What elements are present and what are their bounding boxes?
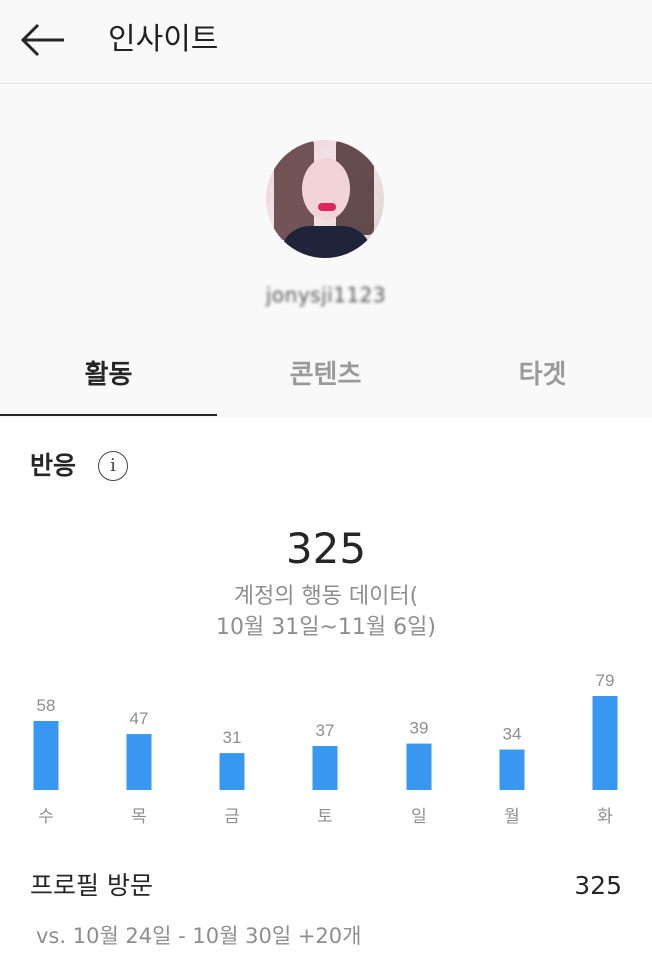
back-button[interactable]: [18, 20, 68, 60]
bar-value-label-3: 37: [316, 721, 335, 740]
bar-value-label-6: 79: [596, 671, 615, 690]
top-bar: 인사이트: [0, 0, 652, 84]
avatar: [266, 140, 384, 258]
profile-visits-label: 프로필 방문: [30, 871, 153, 900]
bar-3: [312, 745, 338, 790]
tab-content[interactable]: 콘텐츠: [217, 338, 434, 416]
tab-activity[interactable]: 활동: [0, 338, 217, 416]
bar-value-label-1: 47: [130, 709, 149, 728]
bar-0: [33, 720, 59, 790]
bar-value-label-2: 31: [223, 728, 242, 747]
category-label-2: 금: [224, 807, 240, 827]
summary-description-line1: 계정의 행동 데이터(: [233, 584, 419, 609]
summary-description-line2: 10월 31일~11월 6일): [216, 615, 436, 640]
category-label-1: 목: [131, 807, 147, 827]
arrow-left-icon: [20, 23, 64, 57]
section-title: 반응: [30, 451, 77, 480]
bar-value-label-0: 58: [37, 696, 56, 715]
category-label-3: 토: [317, 807, 333, 827]
info-icon[interactable]: i: [98, 451, 128, 481]
bar-value-label-5: 34: [503, 725, 522, 744]
category-label-0: 수: [38, 807, 54, 827]
bar-6: [592, 696, 618, 790]
active-tab-indicator: [0, 414, 217, 416]
bar-2: [219, 753, 245, 790]
bar-4: [406, 743, 432, 790]
category-label-6: 화: [597, 807, 613, 827]
daily-bar-chart: 58 수 47 목 31 금 37 토 39 일 34 월 79 화: [33, 671, 618, 827]
total-interactions: 325: [285, 524, 367, 573]
page-title: 인사이트: [108, 22, 219, 57]
category-label-5: 월: [504, 807, 520, 827]
bar-value-label-4: 39: [410, 719, 429, 738]
bar-5: [499, 749, 525, 790]
username: jonysji1123: [265, 283, 387, 307]
profile-visits-value: 325: [574, 871, 622, 900]
bar-1: [126, 734, 152, 790]
tab-bar: 활동 콘텐츠 타겟: [0, 338, 652, 418]
category-label-4: 일: [411, 807, 427, 827]
profile-visits-comparison: vs. 10월 24일 - 10월 30일 +20개: [36, 924, 362, 948]
tab-audience[interactable]: 타겟: [434, 338, 651, 416]
